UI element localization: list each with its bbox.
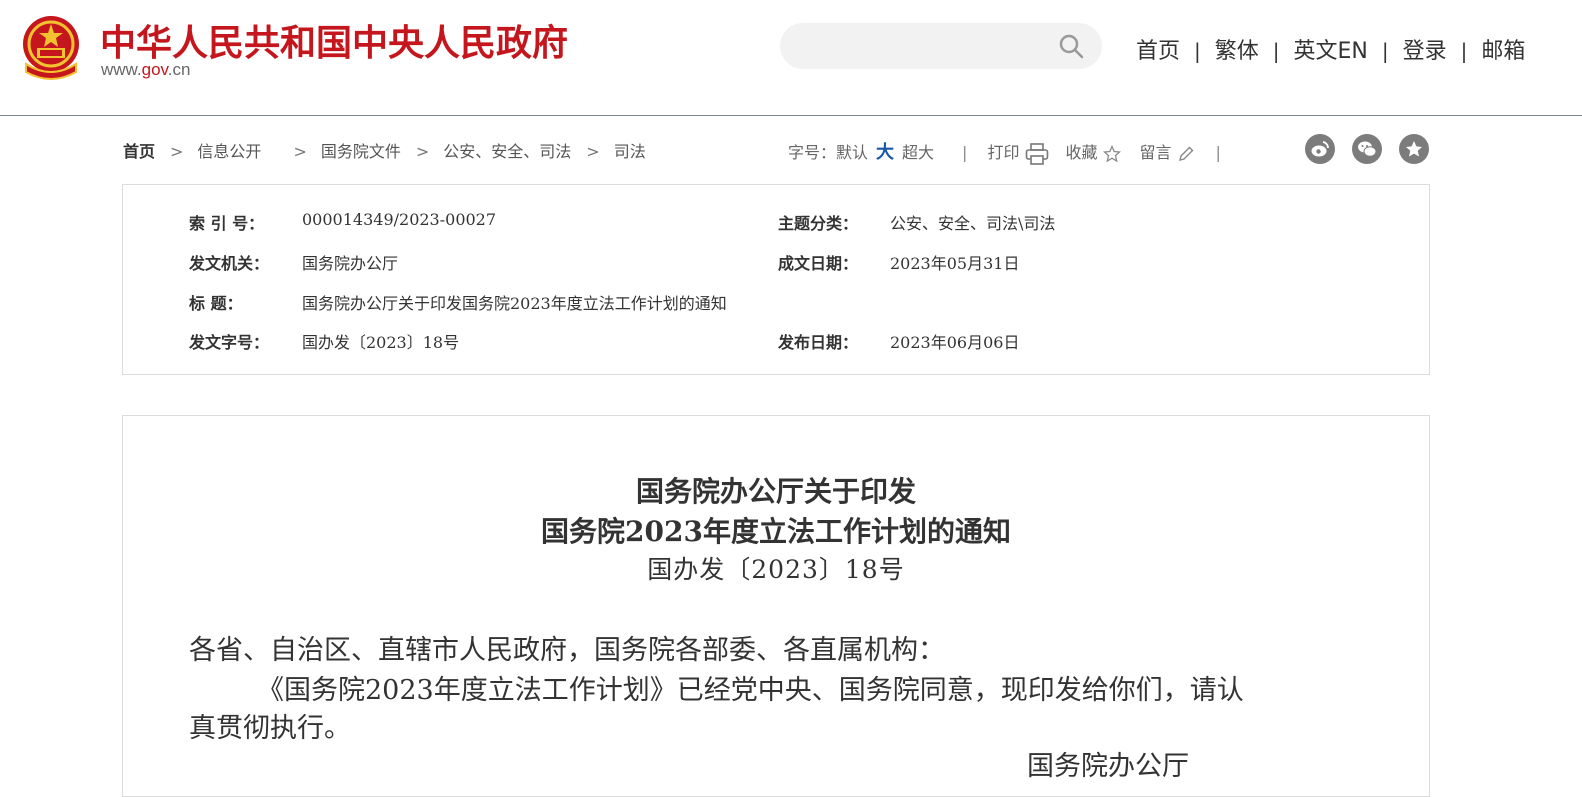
breadcrumb-security-justice[interactable]: 公安、安全、司法 bbox=[443, 142, 571, 161]
favorite-label: 收藏 bbox=[1065, 143, 1098, 162]
document-metadata: 索 引 号： 000014349/2023-00027 主题分类： 公安、安全、… bbox=[122, 184, 1430, 375]
created-date-value: 2023年05月31日 bbox=[890, 254, 1020, 273]
weibo-icon bbox=[1311, 141, 1329, 157]
favorite-star-icon bbox=[1406, 141, 1422, 157]
topic-label: 主题分类： bbox=[778, 214, 859, 233]
nav-divider: | bbox=[1460, 39, 1468, 63]
breadcrumb-justice[interactable]: 司法 bbox=[614, 142, 646, 161]
site-url-prefix: www. bbox=[101, 60, 142, 79]
doc-number-label: 发文字号： bbox=[189, 333, 270, 352]
nav-divider: | bbox=[1272, 39, 1280, 63]
share-wechat-button[interactable] bbox=[1352, 134, 1382, 164]
font-size-big[interactable]: 大 bbox=[876, 142, 894, 163]
breadcrumb-home[interactable]: 首页 bbox=[123, 142, 155, 161]
breadcrumb-state-council-docs[interactable]: 国务院文件 bbox=[321, 142, 401, 161]
breadcrumb: 首页 > 信息公开 > 国务院文件 > 公安、安全、司法 > 司法 bbox=[123, 138, 646, 162]
paragraph-1-line-2: 真贯彻执行。 bbox=[189, 713, 351, 744]
nav-english[interactable]: 英文EN bbox=[1294, 39, 1368, 64]
breadcrumb-separator: > bbox=[170, 142, 184, 161]
document-number: 国办发〔2023〕18号 bbox=[647, 555, 905, 584]
nav-login[interactable]: 登录 bbox=[1403, 39, 1447, 64]
site-url-suffix: .cn bbox=[167, 60, 191, 79]
font-size-bigger[interactable]: 超大 bbox=[902, 143, 934, 162]
share-favorite-button[interactable] bbox=[1399, 134, 1429, 164]
breadcrumb-info-disclosure[interactable]: 信息公开 bbox=[197, 142, 261, 161]
signature: 国务院办公厅 bbox=[1027, 751, 1189, 782]
font-size-default[interactable]: 默认 bbox=[836, 143, 868, 162]
site-title[interactable]: 中华人民共和国中央人民政府 bbox=[100, 14, 568, 66]
issuer-label: 发文机关： bbox=[189, 254, 270, 273]
issuer-value: 国务院办公厅 bbox=[302, 254, 399, 273]
share-weibo-button[interactable] bbox=[1305, 134, 1335, 164]
wechat-icon bbox=[1358, 141, 1377, 157]
print-label: 打印 bbox=[987, 143, 1020, 162]
national-emblem-icon[interactable] bbox=[20, 14, 82, 82]
document-body: 国务院办公厅关于印发 国务院2023年度立法工作计划的通知 国办发〔2023〕1… bbox=[122, 415, 1430, 797]
search-box[interactable] bbox=[780, 23, 1102, 69]
tools-divider: | bbox=[962, 143, 968, 162]
nav-traditional[interactable]: 繁体 bbox=[1215, 39, 1259, 64]
site-url[interactable]: www.gov.cn bbox=[101, 60, 190, 80]
published-date-label: 发布日期： bbox=[778, 333, 859, 352]
breadcrumb-separator: > bbox=[586, 142, 600, 161]
breadcrumb-separator: > bbox=[415, 142, 430, 161]
pencil-icon bbox=[1179, 146, 1194, 161]
title-value: 国务院办公厅关于印发国务院2023年度立法工作计划的通知 bbox=[302, 294, 727, 313]
nav-mail[interactable]: 邮箱 bbox=[1481, 39, 1525, 64]
published-date-value: 2023年06月06日 bbox=[890, 333, 1020, 352]
site-header: 中华人民共和国中央人民政府 www.gov.cn 首页 | 繁体 | 英文EN | 登录 | 邮… bbox=[0, 0, 1582, 116]
topic-value: 公安、安全、司法\司法 bbox=[890, 214, 1056, 233]
document-title-line-1: 国务院办公厅关于印发 bbox=[635, 475, 916, 508]
nav-divider: | bbox=[1194, 39, 1201, 63]
paragraph-1-line-1: 《国务院2023年度立法工作计划》已经党中央、国务院同意，现印发给你们，请认 bbox=[257, 675, 1244, 706]
nav-divider: | bbox=[1381, 39, 1389, 63]
favorite-button[interactable]: 收藏 bbox=[1065, 143, 1122, 162]
comment-label: 留言 bbox=[1139, 143, 1172, 162]
tools-divider: | bbox=[1215, 143, 1221, 162]
created-date-label: 成文日期： bbox=[778, 254, 859, 273]
font-size-label: 字号： bbox=[788, 143, 837, 162]
title-label: 标 题： bbox=[189, 294, 243, 313]
page-tools: 字号：默认大超大 | 打印 收藏 留言 | bbox=[788, 138, 1221, 165]
top-nav: 首页 | 繁体 | 英文EN | 登录 | 邮箱 bbox=[1136, 33, 1525, 65]
site-url-domain: gov bbox=[141, 60, 168, 79]
index-number-value: 000014349/2023-00027 bbox=[302, 210, 497, 229]
document-title-line-2: 国务院2023年度立法工作计划的通知 bbox=[541, 515, 1011, 548]
salutation: 各省、自治区、直辖市人民政府，国务院各部委、各直属机构： bbox=[189, 635, 945, 666]
doc-number-value: 国办发〔2023〕18号 bbox=[302, 333, 460, 352]
breadcrumb-separator: > bbox=[293, 142, 307, 161]
print-button[interactable]: 打印 bbox=[987, 142, 1049, 165]
search-icon[interactable] bbox=[1058, 33, 1084, 59]
nav-home[interactable]: 首页 bbox=[1136, 39, 1180, 64]
comment-button[interactable]: 留言 bbox=[1139, 143, 1195, 162]
index-number-label: 索 引 号： bbox=[189, 214, 265, 233]
star-outline-icon bbox=[1103, 144, 1122, 162]
printer-icon bbox=[1026, 142, 1049, 165]
